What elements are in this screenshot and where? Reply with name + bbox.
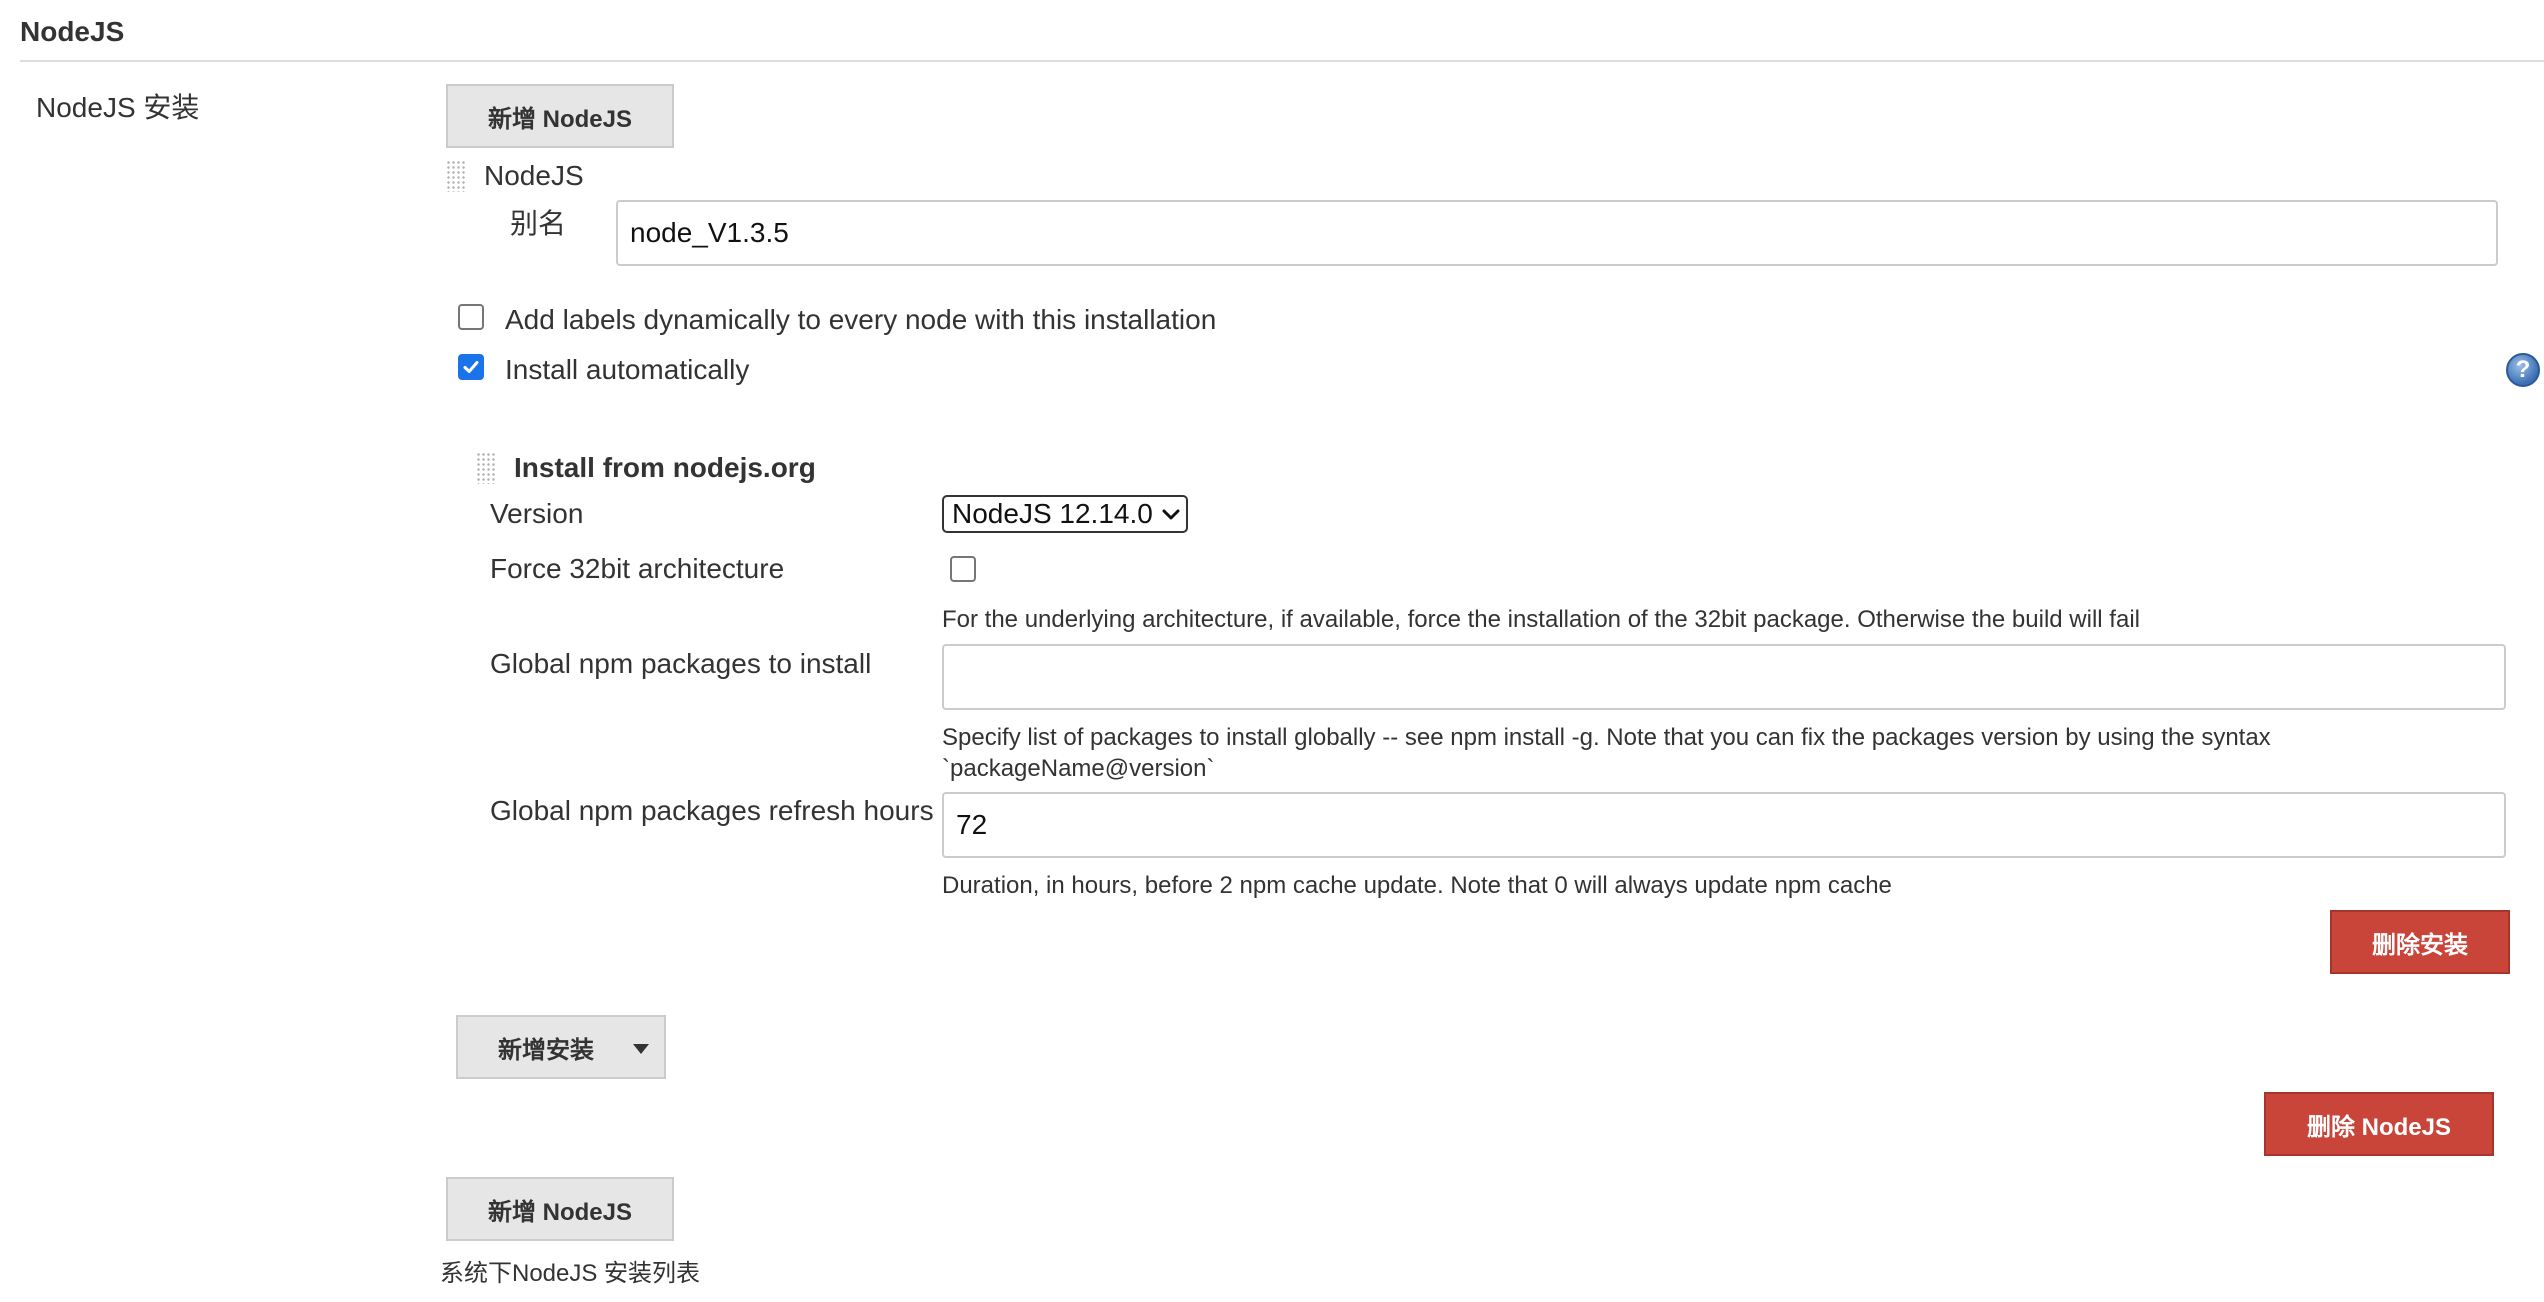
version-select[interactable]: NodeJS 12.14.0 [942,495,1188,533]
section-divider [20,60,2544,62]
caret-down-icon [633,1044,649,1054]
section-title: NodeJS [20,16,125,47]
install-automatically-label: Install automatically [505,354,750,385]
nodejs-installations-label: NodeJS 安装 [36,92,200,123]
refresh-hours-label: Global npm packages refresh hours [490,795,934,826]
delete-installer-button[interactable]: 删除安装 [2330,910,2510,974]
nodejs-entry-header: NodeJS [484,160,584,191]
installer-title: Install from nodejs.org [514,452,816,483]
alias-label: 别名 [510,208,567,239]
alias-input[interactable] [616,200,2498,266]
drag-handle-icon[interactable] [446,160,466,192]
checkmark-icon [463,361,479,373]
version-label: Version [490,498,584,529]
help-icon[interactable]: ? [2506,353,2540,387]
force32-help: For the underlying architecture, if avai… [942,606,2140,633]
installer-drag-handle-icon[interactable] [476,452,496,484]
force32-label: Force 32bit architecture [490,553,785,584]
refresh-hours-input[interactable] [942,792,2506,858]
npm-packages-input[interactable] [942,644,2506,710]
add-nodejs-button-top[interactable]: 新增 NodeJS [446,84,674,148]
add-installer-button[interactable]: 新增安装 [456,1015,666,1079]
add-labels-label: Add labels dynamically to every node wit… [505,304,1217,335]
refresh-hours-help: Duration, in hours, before 2 npm cache u… [942,872,1892,899]
npm-packages-help-line1: Specify list of packages to install glob… [942,724,2271,751]
add-installer-label: 新增安装 [498,1036,594,1064]
install-automatically-checkbox[interactable] [458,354,484,380]
npm-packages-help-line2: `packageName@version` [942,755,1215,782]
chevron-down-icon [1162,509,1180,520]
delete-nodejs-button[interactable]: 删除 NodeJS [2264,1092,2494,1156]
add-nodejs-button-bottom[interactable]: 新增 NodeJS [446,1177,674,1241]
add-labels-checkbox[interactable] [458,304,484,330]
version-select-value: NodeJS 12.14.0 [952,498,1153,529]
npm-packages-label: Global npm packages to install [490,648,872,679]
force32-checkbox[interactable] [950,556,976,582]
installations-list-description: 系统下NodeJS 安装列表 [440,1260,701,1287]
